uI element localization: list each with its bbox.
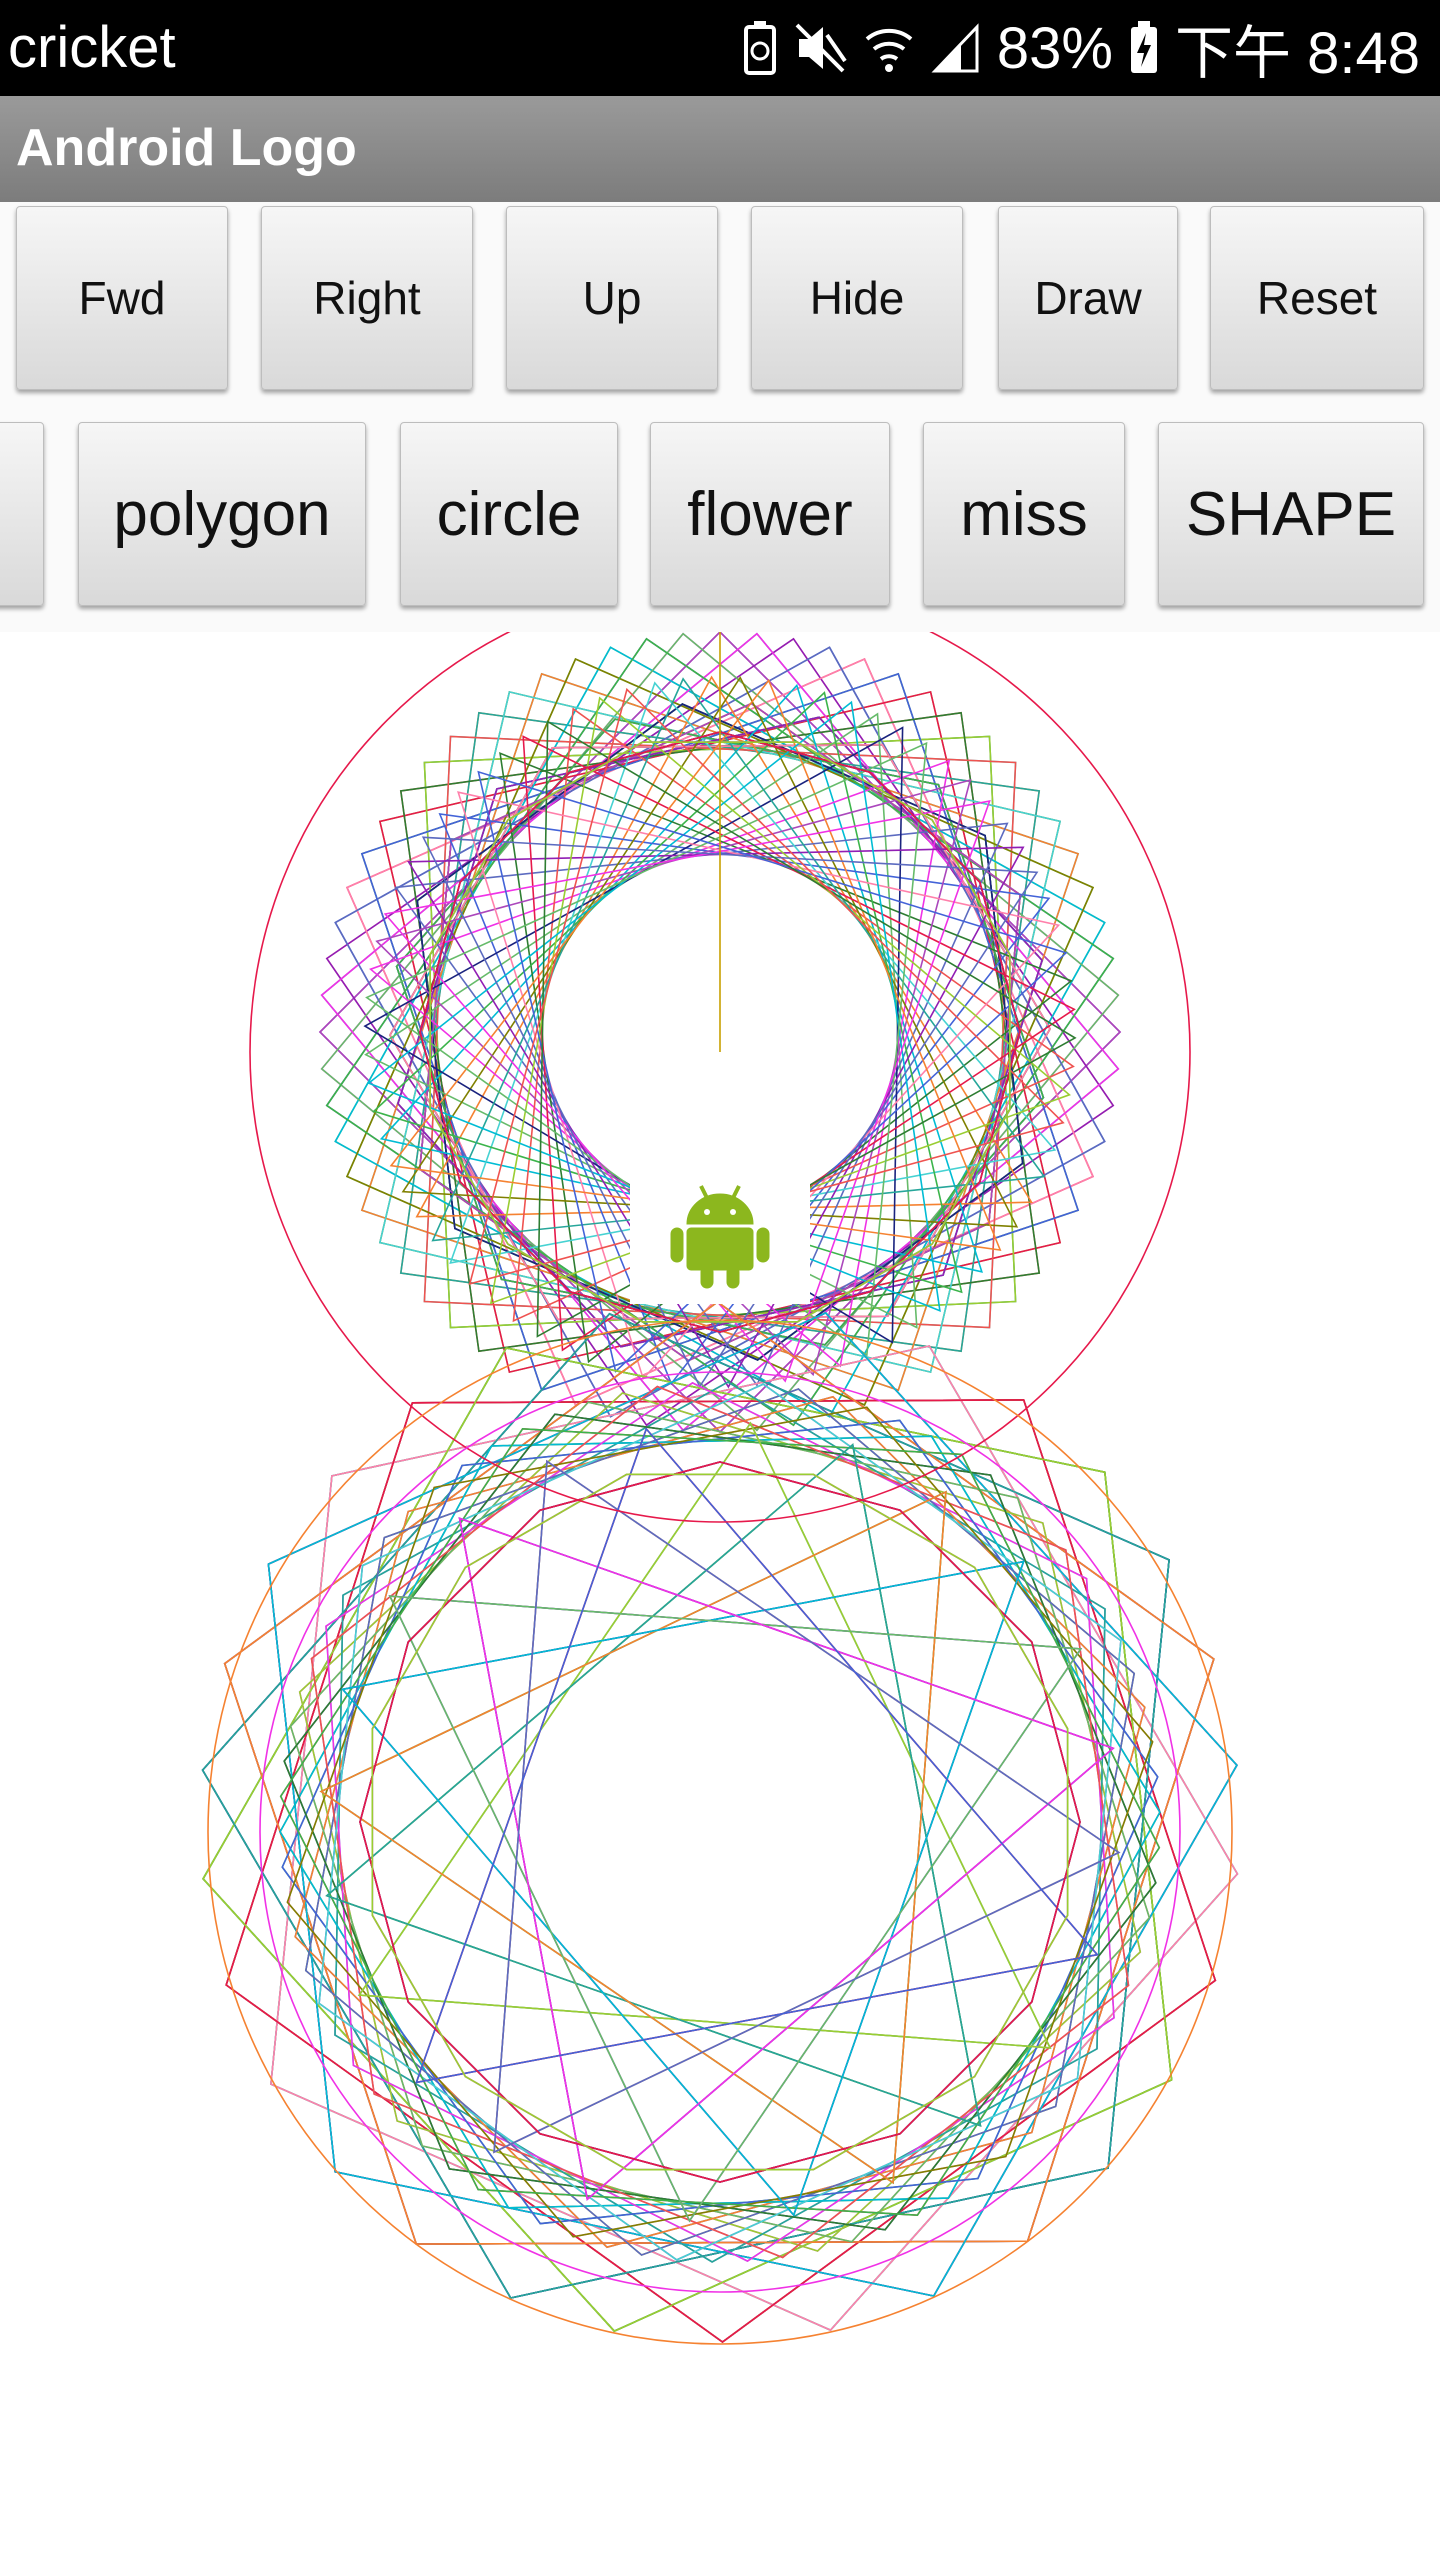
pattern-stroke: [304, 1388, 1136, 2256]
pattern-stroke: [371, 1473, 1069, 2171]
pattern-stroke: [286, 1406, 1154, 2238]
turtle-sprite: [630, 1168, 810, 1304]
mute-icon: [793, 21, 847, 75]
polygon-button[interactable]: polygon: [78, 422, 366, 606]
battery-charging-icon: [1129, 21, 1159, 75]
signal-icon: [931, 21, 981, 75]
button-row-shapes: polygon circle flower miss SHAPE: [0, 408, 1440, 632]
pattern-circle: [259, 1371, 1181, 2293]
pattern-stroke: [304, 1388, 1136, 2256]
pattern-stroke: [201, 1312, 1170, 2299]
pattern-stroke: [283, 1413, 1157, 2231]
spirograph-drawing: [201, 581, 1239, 2345]
pattern-stroke: [267, 1311, 1238, 2297]
scrolled-offscreen-button[interactable]: [0, 422, 44, 606]
fwd-button[interactable]: Fwd: [16, 206, 228, 390]
pattern-stroke: [201, 1312, 1170, 2299]
right-button[interactable]: Right: [261, 206, 473, 390]
app-title: Android Logo: [16, 119, 357, 177]
pattern-stroke: [359, 1461, 1081, 2183]
flower-button[interactable]: flower: [650, 422, 890, 606]
pattern-stroke: [267, 1311, 1238, 2297]
pattern-stroke: [371, 1473, 1069, 2171]
app-title-bar: Android Logo: [0, 96, 1440, 202]
pattern-stroke: [310, 1385, 1130, 2259]
reset-button[interactable]: Reset: [1210, 206, 1424, 390]
pattern-stroke: [359, 1461, 1081, 2183]
status-bar: cricket 83% 下午 8:48: [0, 0, 1440, 96]
battery-saver-icon: [743, 21, 777, 75]
pattern-stroke: [267, 1311, 1238, 2297]
pattern-stroke: [286, 1406, 1154, 2238]
carrier-name: cricket: [8, 15, 176, 80]
battery-percent: 83%: [996, 15, 1113, 81]
pattern-stroke: [371, 1473, 1069, 2171]
pattern-stroke: [310, 1385, 1130, 2259]
pattern-stroke: [359, 1461, 1081, 2183]
shape-button[interactable]: SHAPE: [1158, 422, 1424, 606]
pattern-stroke: [359, 1461, 1081, 2183]
pattern-stroke: [283, 1413, 1157, 2231]
miss-button[interactable]: miss: [923, 422, 1125, 606]
draw-button[interactable]: Draw: [998, 206, 1178, 390]
pattern-stroke: [201, 1312, 1170, 2299]
wifi-icon: [863, 21, 915, 75]
circle-button[interactable]: circle: [400, 422, 618, 606]
pattern-stroke: [267, 1311, 1238, 2297]
button-row-primary: Fwd Right Up Hide Draw Reset: [0, 202, 1440, 408]
clock: 下午 8:48: [1175, 21, 1420, 86]
pattern-stroke: [371, 1473, 1069, 2171]
hide-button[interactable]: Hide: [751, 206, 963, 390]
pattern-stroke: [201, 1312, 1170, 2299]
drawing-canvas[interactable]: [0, 581, 1440, 2560]
pattern-stroke: [267, 1311, 1238, 2297]
up-button[interactable]: Up: [506, 206, 718, 390]
status-icons: 83% 下午 8:48: [743, 10, 1420, 86]
pattern-stroke: [201, 1312, 1170, 2299]
android-robot-icon: [670, 1185, 770, 1289]
